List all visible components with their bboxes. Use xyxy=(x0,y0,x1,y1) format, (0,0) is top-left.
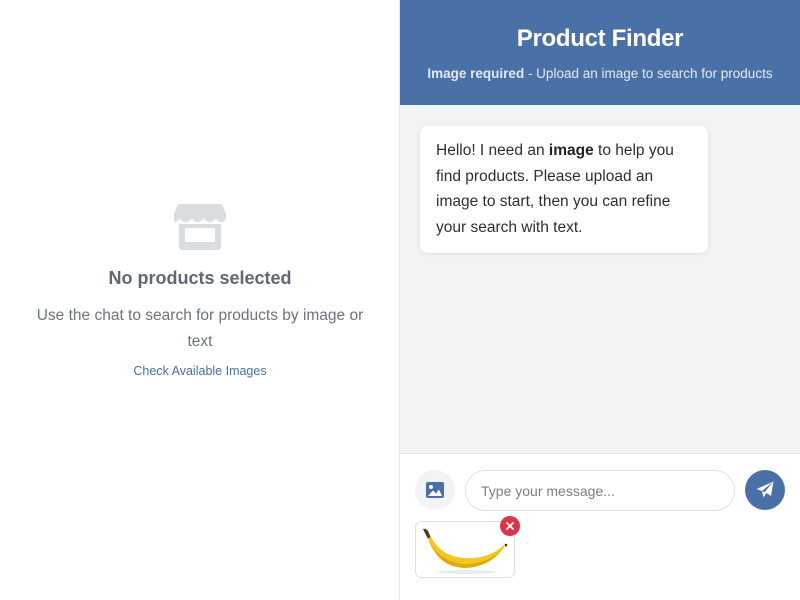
chat-input-area xyxy=(400,455,800,600)
chat-panel: Product Finder Image required - Upload a… xyxy=(400,0,800,600)
remove-attachment-button[interactable] xyxy=(500,516,520,536)
close-icon xyxy=(506,522,514,530)
empty-description: Use the chat to search for products by i… xyxy=(36,307,364,350)
chat-title: Product Finder xyxy=(516,25,684,52)
attachment-preview xyxy=(415,516,520,578)
store-icon xyxy=(174,204,226,250)
message-input[interactable] xyxy=(465,470,735,511)
paper-plane-icon xyxy=(756,481,774,498)
banana-image xyxy=(423,528,508,574)
check-available-images-link[interactable]: Check Available Images xyxy=(133,364,266,378)
image-required-label: Image required xyxy=(427,66,525,81)
upload-image-button[interactable] xyxy=(415,470,455,510)
empty-state: No products selected Use the chat to sea… xyxy=(0,200,400,380)
bot-message-text-1: Hello! I need an xyxy=(436,142,549,159)
empty-title: No products selected xyxy=(108,268,292,288)
message-list: Hello! I need an image to help you find … xyxy=(400,105,800,454)
send-button[interactable] xyxy=(745,470,785,510)
chat-subtitle-text: - Upload an image to search for products xyxy=(524,66,773,81)
chat-header: Product Finder Image required - Upload a… xyxy=(400,0,800,105)
product-panel: No products selected Use the chat to sea… xyxy=(0,0,400,600)
image-icon xyxy=(426,482,444,498)
bot-message: Hello! I need an image to help you find … xyxy=(420,126,708,253)
bot-message-bold: image xyxy=(548,142,594,159)
chat-subtitle: Image required - Upload an image to sear… xyxy=(400,66,800,81)
